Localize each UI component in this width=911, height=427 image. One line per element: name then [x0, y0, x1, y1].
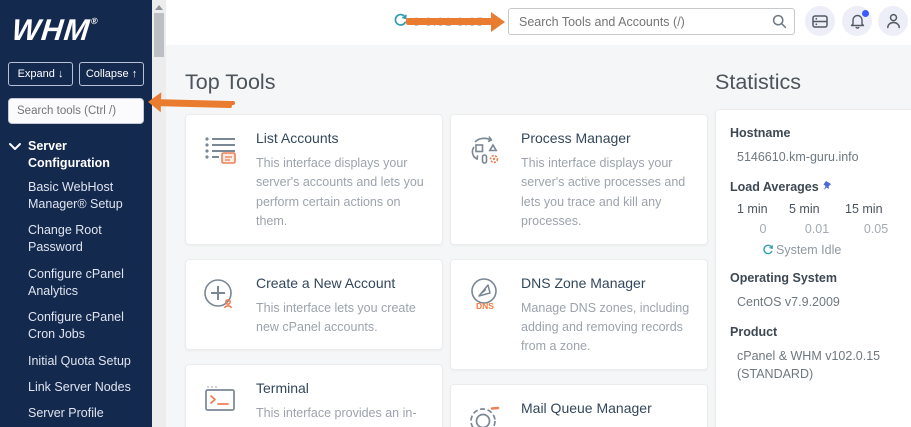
operating-system-value: CentOS v7.9.2009: [737, 293, 911, 311]
create-account-icon: [202, 275, 240, 338]
registered-mark: ®: [91, 16, 100, 26]
terminal-icon: [202, 380, 240, 427]
collapse-label: Collapse: [86, 68, 129, 80]
sidebar: WHM® Expand ↓ Collapse ↑ Server Configur…: [0, 0, 152, 427]
collapse-button[interactable]: Collapse ↑: [79, 62, 144, 86]
process-manager-icon: [467, 130, 505, 232]
list-accounts-icon: [202, 130, 240, 232]
arrow-up-icon: ↑: [132, 68, 138, 80]
top-tools-title: Top Tools: [185, 70, 709, 95]
statistics-section: Statistics Hostname 5146610.km-guru.info…: [715, 70, 911, 427]
load-averages-table: 1 min 5 min 15 min 0 0.01 0.05: [737, 202, 911, 236]
tool-card-create-new-account[interactable]: Create a New Account This interface lets…: [185, 259, 443, 351]
notifications-button[interactable]: [842, 6, 872, 36]
top-tools-section: Top Tools List Accounts This interface d…: [185, 70, 709, 427]
whm-logo: WHM®: [10, 14, 99, 48]
mail-queue-icon: [467, 400, 505, 427]
load-col-1min: 1 min: [737, 202, 789, 216]
card-description: This interface lets you view, delete, an…: [521, 424, 693, 427]
dns-badge-text: DNS: [476, 301, 494, 311]
load-val-5min: 0.01: [789, 222, 845, 236]
sidebar-item-initial-quota-setup[interactable]: Initial Quota Setup: [28, 353, 146, 370]
card-title[interactable]: Terminal: [256, 380, 428, 396]
global-search-input[interactable]: [508, 8, 795, 35]
card-description: Manage DNS zones, including adding and r…: [521, 299, 693, 357]
content-area: Top Tools List Accounts This interface d…: [166, 45, 911, 427]
sidebar-nav: Server Configuration Basic WebHost Manag…: [0, 138, 146, 427]
card-title[interactable]: DNS Zone Manager: [521, 275, 693, 291]
card-description: This interface lets you create new cPane…: [256, 299, 428, 338]
load-averages-text: Load Averages: [730, 180, 819, 194]
sidebar-search-input[interactable]: [8, 98, 144, 124]
product-value: cPanel & WHM v102.0.15 (STANDARD): [737, 347, 911, 383]
card-description: This interface provides an in-browser te…: [256, 404, 428, 427]
sidebar-section-server-configuration[interactable]: Server Configuration: [0, 138, 146, 173]
user-icon: [886, 13, 901, 29]
statistics-card: Hostname 5146610.km-guru.info Load Avera…: [715, 109, 911, 427]
expand-label: Expand: [18, 68, 55, 80]
hostname-value: 5146610.km-guru.info: [737, 148, 911, 166]
user-menu-button[interactable]: [878, 6, 908, 36]
sidebar-item-server-profile[interactable]: Server Profile: [28, 405, 146, 422]
card-title[interactable]: Create a New Account: [256, 275, 428, 291]
sidebar-item-basic-webhost-manager-setup[interactable]: Basic WebHost Manager® Setup: [28, 179, 146, 214]
tool-card-dns-zone-manager[interactable]: DNS DNS Zone Manager Manage DNS zones, i…: [450, 259, 708, 370]
search-icon: [772, 14, 787, 29]
card-title[interactable]: Mail Queue Manager: [521, 400, 693, 416]
system-idle-text: System Idle: [776, 243, 841, 257]
tool-card-list-accounts[interactable]: List Accounts This interface displays yo…: [185, 114, 443, 245]
server-status-button[interactable]: [805, 6, 835, 36]
whm-logo-text: WHM: [10, 14, 91, 47]
operating-system-label: Operating System: [730, 271, 911, 285]
bell-icon: [850, 13, 865, 29]
load-col-15min: 15 min: [845, 202, 907, 216]
sidebar-item-change-root-password[interactable]: Change Root Password: [28, 222, 146, 257]
annotation-arrow-to-global-search: [406, 12, 506, 32]
statistics-title: Statistics: [715, 70, 911, 95]
load-col-5min: 5 min: [789, 202, 845, 216]
top-header: 0 0.01 0.05: [166, 0, 911, 45]
product-label: Product: [730, 325, 911, 339]
load-val-15min: 0.05: [845, 222, 907, 236]
server-icon: [812, 15, 828, 28]
card-description: This interface displays your server's ac…: [521, 154, 693, 232]
tool-card-process-manager[interactable]: Process Manager This interface displays …: [450, 114, 708, 245]
scrollbar-up-arrow-icon[interactable]: [155, 5, 163, 10]
system-idle-status: System Idle: [762, 243, 911, 257]
pin-icon[interactable]: [822, 180, 833, 192]
main-area: 0 0.01 0.05 Top Tools: [166, 0, 911, 427]
card-description: This interface displays your server's ac…: [256, 154, 428, 232]
sidebar-item-link-server-nodes[interactable]: Link Server Nodes: [28, 379, 146, 396]
sidebar-item-configure-cpanel-cron-jobs[interactable]: Configure cPanel Cron Jobs: [28, 309, 146, 344]
load-averages-label: Load Averages: [730, 180, 911, 194]
refresh-icon[interactable]: [762, 244, 774, 256]
chevron-down-icon: [8, 142, 22, 151]
card-title[interactable]: Process Manager: [521, 130, 693, 146]
card-title[interactable]: List Accounts: [256, 130, 428, 146]
tool-card-terminal[interactable]: Terminal This interface provides an in-b…: [185, 364, 443, 427]
sidebar-scrollbar[interactable]: [152, 0, 166, 427]
hostname-label: Hostname: [730, 126, 911, 140]
arrow-down-icon: ↓: [58, 68, 64, 80]
annotation-arrow-to-sidebar-search: [148, 92, 232, 114]
notification-dot: [862, 10, 869, 17]
sidebar-item-configure-cpanel-analytics[interactable]: Configure cPanel Analytics: [28, 266, 146, 301]
expand-button[interactable]: Expand ↓: [8, 62, 73, 86]
sidebar-section-label: Server Configuration: [28, 138, 146, 173]
tool-card-mail-queue-manager[interactable]: Mail Queue Manager This interface lets y…: [450, 384, 708, 427]
dns-zone-icon: DNS: [467, 275, 505, 357]
scrollbar-thumb[interactable]: [154, 13, 164, 57]
load-val-1min: 0: [737, 222, 789, 236]
